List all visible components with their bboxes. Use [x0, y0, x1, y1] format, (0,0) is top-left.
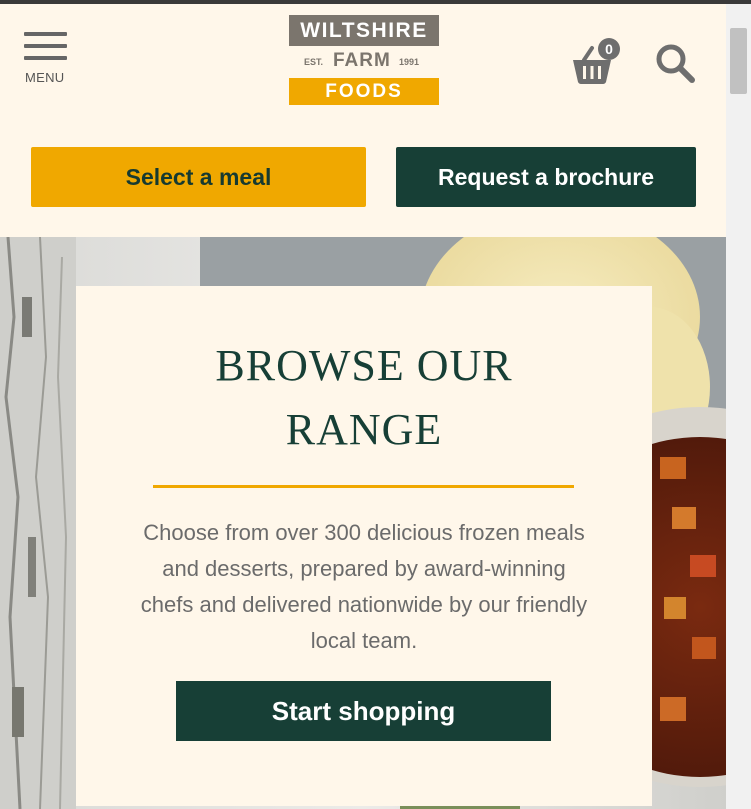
hero-title-line-1: BROWSE OUR	[215, 341, 513, 390]
scrollbar-thumb[interactable]	[730, 28, 747, 94]
hamburger-menu-icon	[24, 32, 67, 36]
page-scrollbar[interactable]	[726, 4, 751, 809]
hero-title: BROWSE OUR RANGE	[76, 334, 652, 462]
page: MENU WILTSHIRE EST. FARM 1991 FOODS 0 Se…	[0, 4, 726, 809]
hero-section: BROWSE OUR RANGE Choose from over 300 de…	[0, 237, 726, 809]
basket-count-badge: 0	[598, 38, 620, 60]
request-brochure-button[interactable]: Request a brochure	[396, 147, 696, 207]
menu-label: MENU	[25, 70, 65, 85]
site-logo[interactable]: WILTSHIRE EST. FARM 1991 FOODS	[289, 15, 439, 105]
logo-est: EST.	[304, 57, 324, 67]
logo-farm: FARM	[333, 50, 391, 71]
logo-middle: EST. FARM 1991	[289, 48, 439, 74]
browse-range-card: BROWSE OUR RANGE Choose from over 300 de…	[76, 286, 652, 806]
search-button[interactable]	[654, 42, 696, 84]
title-divider	[153, 485, 574, 488]
start-shopping-button[interactable]: Start shopping	[176, 681, 551, 741]
select-meal-button[interactable]: Select a meal	[31, 147, 366, 207]
hamburger-bar	[24, 56, 67, 60]
logo-wiltshire: WILTSHIRE	[289, 15, 439, 46]
menu-button[interactable]: MENU	[24, 32, 68, 86]
logo-year: 1991	[399, 57, 420, 67]
hamburger-bar	[24, 44, 67, 48]
hero-title-line-2: RANGE	[285, 405, 443, 454]
search-icon	[656, 44, 695, 83]
logo-foods: FOODS	[289, 78, 439, 105]
basket-button[interactable]: 0	[570, 38, 622, 84]
hero-description: Choose from over 300 delicious frozen me…	[140, 520, 588, 653]
